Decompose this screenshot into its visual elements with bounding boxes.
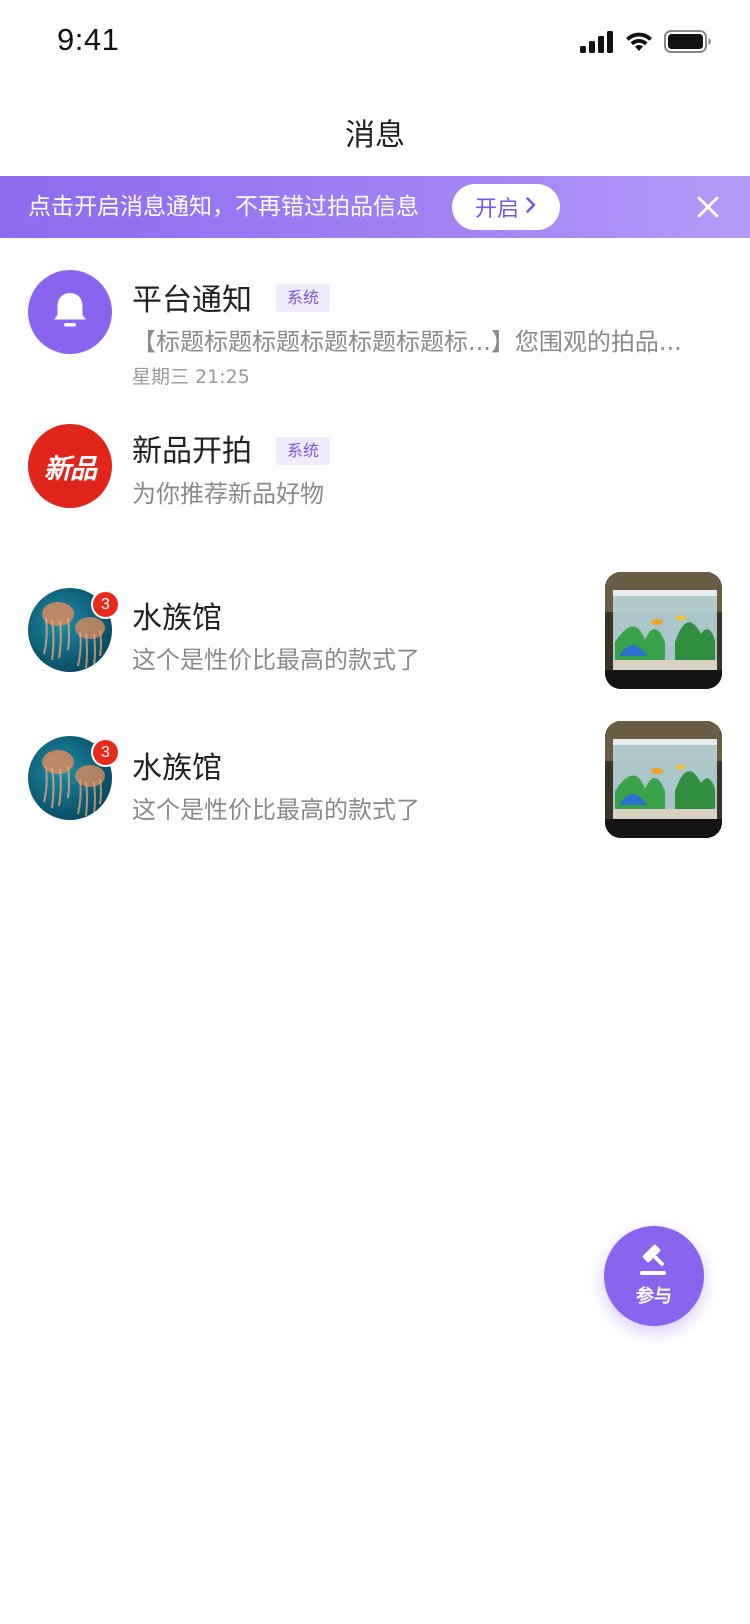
message-item-aquarium[interactable]: 3 水族馆 这个是性价比最高的款式了 bbox=[0, 560, 750, 710]
aquarium-thumbnail bbox=[605, 721, 722, 838]
message-preview: 这个是性价比最高的款式了 bbox=[132, 646, 420, 674]
unread-badge: 3 bbox=[91, 590, 120, 619]
message-title: 水族馆 bbox=[132, 751, 222, 786]
message-title: 新品开拍 bbox=[132, 434, 252, 469]
system-tag: 系统 bbox=[276, 437, 331, 465]
message-item-new-products[interactable]: 新品 新品开拍 系统 为你推荐新品好物 bbox=[0, 388, 750, 538]
avatar bbox=[28, 270, 112, 354]
message-preview: 这个是性价比最高的款式了 bbox=[132, 796, 420, 824]
message-preview: 【标题标题标题标题标题标题标...】您围观的拍品... bbox=[132, 328, 682, 356]
avatar-new-label: 新品 bbox=[44, 453, 97, 485]
avatar-circle: 新品 bbox=[28, 424, 112, 508]
page-title: 消息 bbox=[345, 118, 405, 153]
close-icon[interactable] bbox=[694, 193, 722, 221]
aquarium-thumbnail bbox=[605, 572, 722, 689]
message-title: 平台通知 bbox=[132, 283, 252, 318]
notification-banner: 点击开启消息通知，不再错过拍品信息 开启 bbox=[0, 176, 750, 238]
enable-button-label: 开启 bbox=[474, 197, 519, 222]
participate-button[interactable]: 参与 bbox=[604, 1226, 704, 1326]
battery-icon bbox=[664, 30, 712, 57]
status-time: 9:41 bbox=[57, 22, 120, 57]
enable-notifications-button[interactable]: 开启 bbox=[452, 184, 560, 230]
gavel-icon bbox=[636, 1244, 672, 1280]
status-icons bbox=[580, 30, 712, 57]
message-preview: 为你推荐新品好物 bbox=[132, 480, 324, 508]
status-bar: 9:41 bbox=[0, 0, 750, 88]
message-title: 水族馆 bbox=[132, 601, 222, 636]
avatar: 新品 bbox=[28, 424, 112, 508]
system-tag: 系统 bbox=[276, 284, 331, 312]
message-item-aquarium[interactable]: 3 水族馆 这个是性价比最高的款式了 bbox=[0, 710, 750, 860]
participate-label: 参与 bbox=[636, 1286, 672, 1307]
wifi-icon bbox=[624, 31, 654, 57]
message-time: 星期三 21:25 bbox=[132, 366, 250, 388]
unread-badge: 3 bbox=[91, 738, 120, 767]
message-item-platform-notice[interactable]: 平台通知 系统 【标题标题标题标题标题标题标...】您围观的拍品... 星期三 … bbox=[0, 238, 750, 388]
banner-text: 点击开启消息通知，不再错过拍品信息 bbox=[28, 194, 419, 220]
bell-icon bbox=[51, 290, 89, 334]
avatar: 3 bbox=[28, 736, 120, 820]
avatar-circle bbox=[28, 270, 112, 354]
chevron-right-icon bbox=[525, 195, 537, 220]
navbar: 消息 bbox=[0, 88, 750, 176]
signal-icon bbox=[580, 30, 614, 57]
avatar: 3 bbox=[28, 588, 120, 672]
